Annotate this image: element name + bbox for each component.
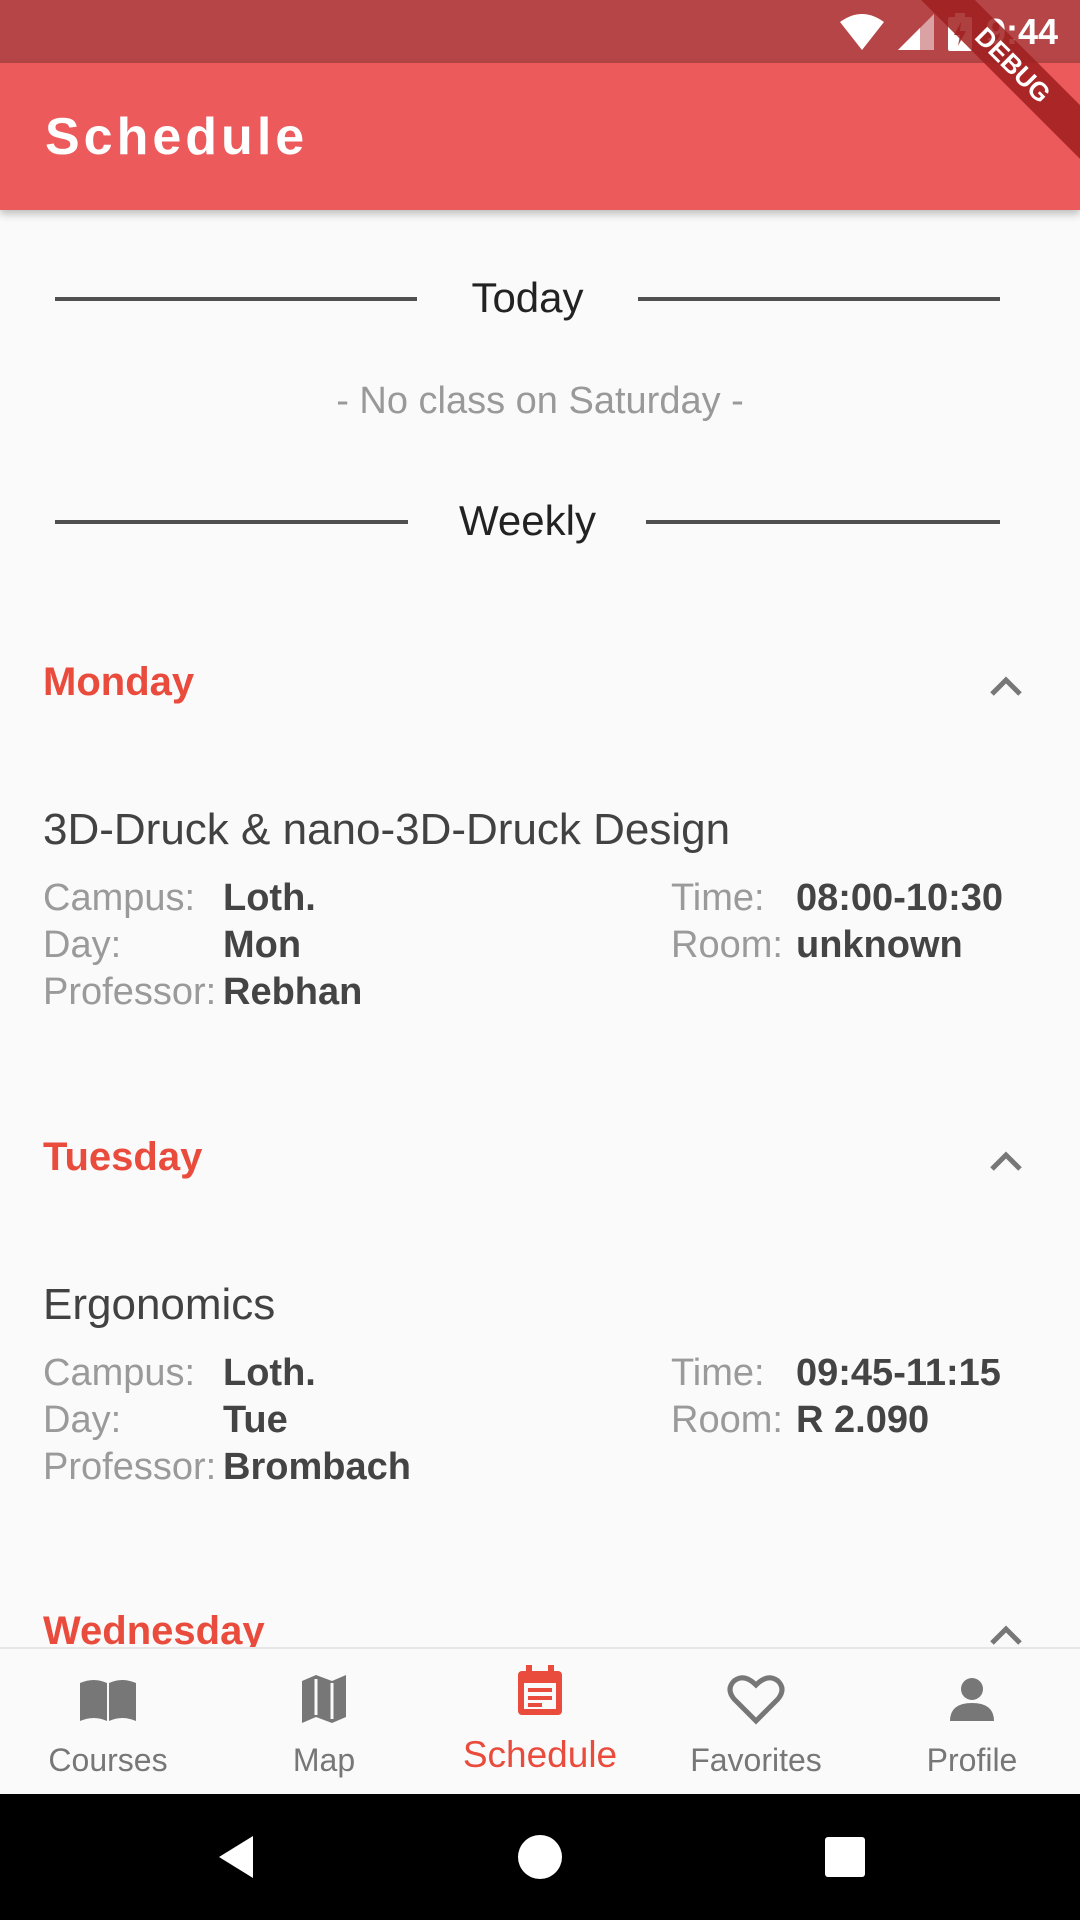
nav-favorites[interactable]: Favorites: [648, 1649, 864, 1796]
status-icons: 9:44: [839, 10, 1058, 54]
room-label: Room:: [671, 924, 783, 966]
course-card[interactable]: Ergonomics Campus: Loth. Day: Tue Profes…: [43, 1280, 1038, 1488]
time-label: Time:: [671, 1352, 765, 1394]
time-value: 08:00-10:30: [796, 877, 1004, 919]
person-icon: [950, 1678, 994, 1721]
nav-label: Profile: [926, 1742, 1018, 1778]
campus-label: Campus:: [43, 877, 196, 919]
course-title: 3D-Druck & nano-3D-Druck Design: [43, 805, 731, 854]
day-value: Tue: [223, 1399, 288, 1441]
map-icon: [302, 1675, 346, 1723]
nav-label: Favorites: [690, 1742, 822, 1778]
day-label: Wednesday: [43, 1609, 265, 1647]
recents-icon[interactable]: [820, 1832, 870, 1882]
room-label: Room:: [671, 1399, 783, 1441]
cell-signal-icon: [897, 14, 934, 50]
room-value: unknown: [796, 924, 963, 966]
time-value: 09:45-11:15: [796, 1352, 1001, 1394]
status-time: 9:44: [985, 11, 1058, 52]
day-field-label: Day:: [43, 1399, 122, 1441]
day-header-wednesday[interactable]: Wednesday: [0, 1593, 1080, 1647]
divider-line-right: [646, 520, 1000, 524]
bottom-navigation: Courses Map Schedule Favorites Profile: [0, 1647, 1080, 1796]
chevron-up-icon[interactable]: [984, 664, 1028, 708]
course-card[interactable]: 3D-Druck & nano-3D-Druck Design Campus: …: [43, 805, 1038, 1013]
chevron-up-icon[interactable]: [984, 1139, 1028, 1183]
professor-label: Professor:: [43, 1446, 217, 1488]
day-label: Tuesday: [43, 1135, 203, 1179]
battery-charging-icon: [947, 13, 972, 51]
day-label: Monday: [43, 660, 195, 704]
campus-value: Loth.: [223, 877, 316, 919]
professor-value: Rebhan: [223, 971, 363, 1013]
room-value: R 2.090: [796, 1399, 930, 1441]
nav-label: Courses: [48, 1742, 168, 1778]
nav-label: Schedule: [462, 1734, 618, 1775]
time-label: Time:: [671, 877, 765, 919]
weekly-divider: Weekly: [55, 491, 1000, 551]
day-field-label: Day:: [43, 924, 122, 966]
wifi-icon: [839, 14, 884, 50]
heart-icon: [727, 1675, 785, 1725]
course-title: Ergonomics: [43, 1280, 276, 1329]
day-header-tuesday[interactable]: Tuesday: [0, 1119, 1080, 1199]
campus-label: Campus:: [43, 1352, 196, 1394]
nav-profile[interactable]: Profile: [864, 1649, 1080, 1796]
system-navigation-bar: [0, 1794, 1080, 1920]
calendar-icon: [518, 1665, 562, 1715]
nav-schedule[interactable]: Schedule: [432, 1649, 648, 1796]
day-header-monday[interactable]: Monday: [0, 644, 1080, 724]
book-icon: [80, 1680, 136, 1721]
professor-value: Brombach: [223, 1446, 411, 1488]
chevron-up-icon[interactable]: [984, 1613, 1028, 1647]
campus-value: Loth.: [223, 1352, 316, 1394]
schedule-content[interactable]: Today - No class on Saturday - Weekly Mo…: [0, 210, 1080, 1647]
no-class-message: - No class on Saturday -: [336, 380, 744, 422]
today-divider: Today: [55, 268, 1000, 328]
app-bar: Schedule: [0, 63, 1080, 210]
divider-line-right: [638, 297, 1000, 301]
day-value: Mon: [223, 924, 302, 966]
status-bar: 9:44: [0, 0, 1080, 63]
nav-courses[interactable]: Courses: [0, 1649, 216, 1796]
home-icon[interactable]: [515, 1832, 565, 1882]
professor-label: Professor:: [43, 971, 217, 1013]
nav-map[interactable]: Map: [216, 1649, 432, 1796]
page-title: Schedule: [45, 108, 309, 166]
back-icon[interactable]: [213, 1832, 263, 1882]
nav-label: Map: [292, 1742, 356, 1778]
